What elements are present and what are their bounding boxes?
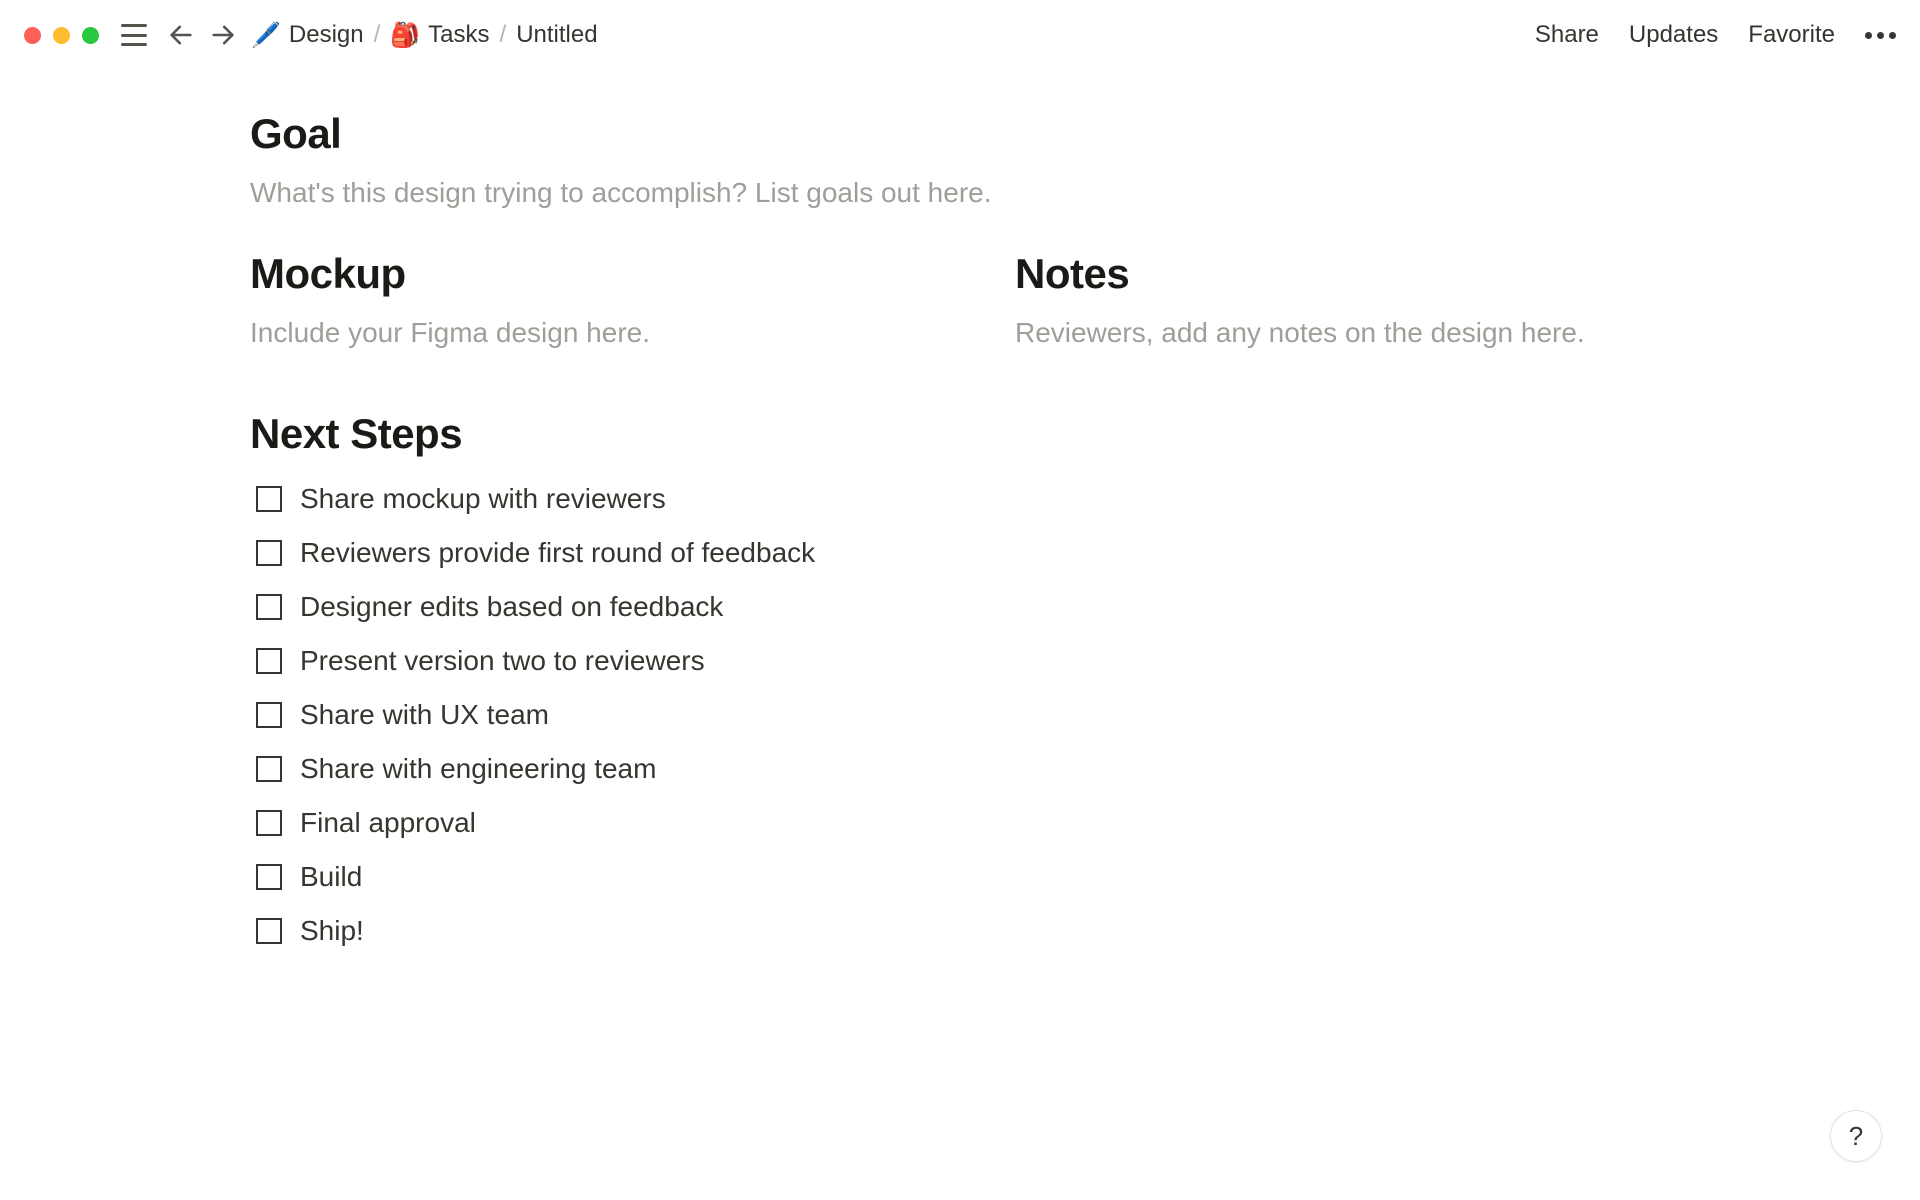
breadcrumb-label: Untitled <box>516 21 597 49</box>
todo-label[interactable]: Share mockup with reviewers <box>300 483 666 515</box>
mockup-heading[interactable]: Mockup <box>250 250 915 298</box>
close-window-button[interactable] <box>24 27 41 44</box>
todo-list: Share mockup with reviewers Reviewers pr… <box>250 472 1680 958</box>
breadcrumb-separator: / <box>374 21 381 49</box>
todo-item: Build <box>250 850 1680 904</box>
todo-checkbox[interactable] <box>256 594 282 620</box>
share-button[interactable]: Share <box>1535 21 1599 49</box>
minimize-window-button[interactable] <box>53 27 70 44</box>
breadcrumb-item-tasks[interactable]: 🎒 Tasks <box>390 21 489 50</box>
todo-label[interactable]: Final approval <box>300 807 476 839</box>
todo-checkbox[interactable] <box>256 918 282 944</box>
favorite-button[interactable]: Favorite <box>1748 21 1835 49</box>
todo-label[interactable]: Designer edits based on feedback <box>300 591 723 623</box>
todo-label[interactable]: Present version two to reviewers <box>300 645 705 677</box>
topbar-left: 🖊️ Design / 🎒 Tasks / Untitled <box>24 21 598 50</box>
topbar-right: Share Updates Favorite <box>1535 21 1896 49</box>
mockup-notes-row: Mockup Include your Figma design here. N… <box>250 250 1680 390</box>
todo-item: Reviewers provide first round of feedbac… <box>250 526 1680 580</box>
backpack-icon: 🎒 <box>390 21 420 50</box>
next-steps-section: Next Steps Share mockup with reviewers R… <box>250 410 1680 958</box>
mockup-placeholder[interactable]: Include your Figma design here. <box>250 312 915 354</box>
breadcrumb-separator: / <box>500 21 507 49</box>
todo-label[interactable]: Ship! <box>300 915 364 947</box>
nav-forward-button[interactable] <box>209 21 237 49</box>
todo-checkbox[interactable] <box>256 756 282 782</box>
todo-item: Final approval <box>250 796 1680 850</box>
todo-item: Ship! <box>250 904 1680 958</box>
todo-item: Present version two to reviewers <box>250 634 1680 688</box>
todo-checkbox[interactable] <box>256 486 282 512</box>
breadcrumb-item-design[interactable]: 🖊️ Design <box>251 21 364 50</box>
todo-label[interactable]: Share with engineering team <box>300 753 656 785</box>
topbar: 🖊️ Design / 🎒 Tasks / Untitled Share Upd… <box>0 0 1920 70</box>
goal-section: Goal What's this design trying to accomp… <box>250 110 1680 214</box>
todo-checkbox[interactable] <box>256 810 282 836</box>
notes-placeholder[interactable]: Reviewers, add any notes on the design h… <box>1015 312 1680 354</box>
todo-label[interactable]: Reviewers provide first round of feedbac… <box>300 537 815 569</box>
help-button[interactable]: ? <box>1830 1110 1882 1162</box>
todo-item: Designer edits based on feedback <box>250 580 1680 634</box>
mockup-section: Mockup Include your Figma design here. <box>250 250 915 354</box>
todo-item: Share with UX team <box>250 688 1680 742</box>
todo-item: Share mockup with reviewers <box>250 472 1680 526</box>
more-menu-icon[interactable] <box>1865 32 1896 39</box>
maximize-window-button[interactable] <box>82 27 99 44</box>
todo-checkbox[interactable] <box>256 864 282 890</box>
next-steps-heading[interactable]: Next Steps <box>250 410 1680 458</box>
nav-back-button[interactable] <box>167 21 195 49</box>
breadcrumb-item-current[interactable]: Untitled <box>516 21 597 49</box>
todo-checkbox[interactable] <box>256 540 282 566</box>
breadcrumb-label: Design <box>289 21 364 49</box>
todo-checkbox[interactable] <box>256 648 282 674</box>
help-icon: ? <box>1849 1121 1863 1152</box>
notes-section: Notes Reviewers, add any notes on the de… <box>975 250 1680 354</box>
menu-icon[interactable] <box>121 24 147 46</box>
paintbrush-icon: 🖊️ <box>251 21 281 50</box>
breadcrumb-label: Tasks <box>428 21 489 49</box>
notes-heading[interactable]: Notes <box>1015 250 1680 298</box>
page-content: Goal What's this design trying to accomp… <box>0 70 1680 958</box>
updates-button[interactable]: Updates <box>1629 21 1718 49</box>
window-traffic-lights <box>24 27 99 44</box>
todo-label[interactable]: Share with UX team <box>300 699 549 731</box>
breadcrumb: 🖊️ Design / 🎒 Tasks / Untitled <box>251 21 598 50</box>
todo-label[interactable]: Build <box>300 861 362 893</box>
todo-item: Share with engineering team <box>250 742 1680 796</box>
todo-checkbox[interactable] <box>256 702 282 728</box>
goal-placeholder[interactable]: What's this design trying to accomplish?… <box>250 172 1680 214</box>
goal-heading[interactable]: Goal <box>250 110 1680 158</box>
